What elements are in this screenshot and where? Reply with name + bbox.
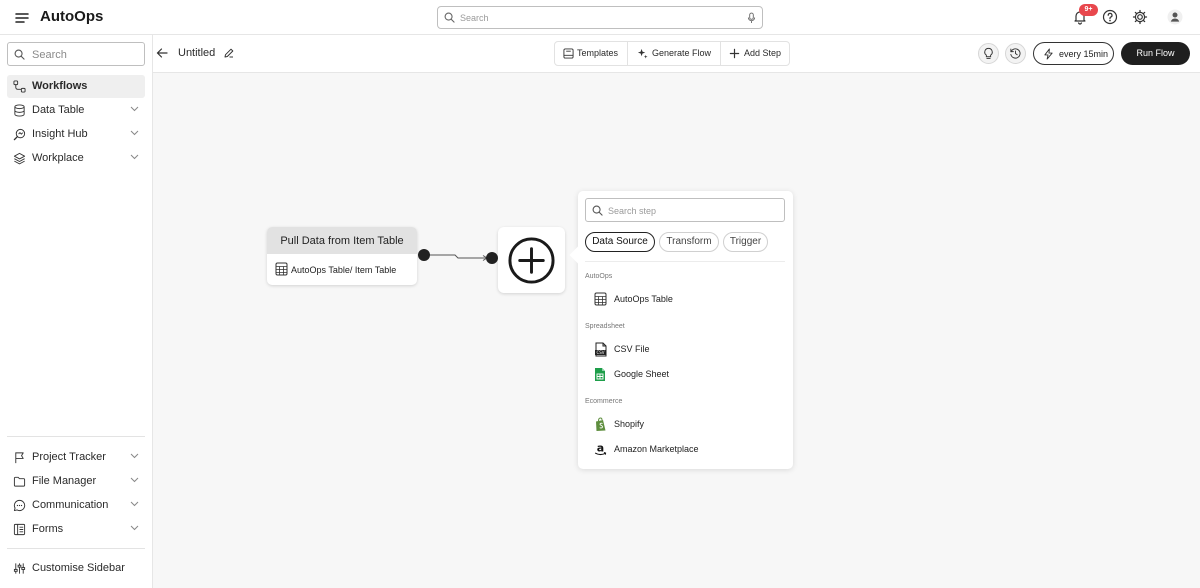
node-title: Pull Data from Item Table bbox=[280, 235, 404, 247]
sidebar-item-workflows[interactable]: Workflows bbox=[7, 75, 145, 98]
section-title: Spreadsheet bbox=[585, 323, 625, 330]
run-flow-button[interactable]: Run Flow bbox=[1121, 42, 1190, 65]
step-search-input[interactable] bbox=[608, 203, 778, 218]
top-bar: AutoOps 9+ bbox=[0, 0, 1200, 35]
customise-sidebar-button[interactable]: Customise Sidebar bbox=[7, 557, 145, 580]
flow-tools-group: Templates Generate Flow Add Step bbox=[554, 41, 790, 66]
folder-icon bbox=[13, 475, 26, 488]
templates-button[interactable]: Templates bbox=[555, 42, 626, 65]
sidebar-item-communication[interactable]: Communication bbox=[7, 494, 145, 517]
add-step-node[interactable] bbox=[498, 227, 565, 293]
table-icon bbox=[594, 292, 607, 306]
sidebar-item-data-table[interactable]: Data Table bbox=[7, 99, 145, 122]
help-icon[interactable] bbox=[1102, 9, 1118, 25]
toolbar-divider bbox=[627, 42, 628, 65]
search-icon bbox=[14, 49, 25, 60]
node-source-label: AutoOps Table/ Item Table bbox=[291, 265, 397, 275]
sliders-icon bbox=[13, 562, 26, 575]
history-button[interactable] bbox=[1005, 43, 1026, 64]
plus-icon bbox=[729, 48, 740, 59]
step-option-shopify[interactable]: Shopify bbox=[585, 414, 785, 434]
notification-badge: 9+ bbox=[1079, 4, 1098, 16]
sidebar-divider bbox=[7, 436, 145, 437]
menu-icon[interactable] bbox=[12, 8, 32, 28]
search-icon bbox=[444, 12, 455, 23]
sidebar-item-project-tracker[interactable]: Project Tracker bbox=[7, 446, 145, 469]
chevron-down-icon bbox=[130, 501, 139, 507]
search-icon bbox=[592, 205, 603, 216]
sidebar-item-file-manager[interactable]: File Manager bbox=[7, 470, 145, 493]
flow-title[interactable]: Untitled bbox=[178, 47, 215, 59]
templates-icon bbox=[563, 48, 574, 59]
sidebar-search-input[interactable] bbox=[32, 47, 140, 62]
workflows-icon bbox=[13, 80, 26, 93]
tab-trigger[interactable]: Trigger bbox=[723, 232, 768, 252]
gear-icon[interactable] bbox=[1132, 9, 1148, 25]
shopify-icon bbox=[596, 417, 606, 431]
step-option-amazon-marketplace[interactable]: a Amazon Marketplace bbox=[585, 439, 785, 459]
sparkle-icon bbox=[637, 48, 648, 59]
section-title: AutoOps bbox=[585, 273, 613, 280]
sidebar-divider bbox=[7, 548, 145, 549]
output-port[interactable] bbox=[418, 249, 430, 261]
lightning-icon bbox=[1044, 48, 1053, 60]
csv-icon: CSV bbox=[595, 342, 607, 357]
sidebar-search-box bbox=[7, 42, 145, 66]
flow-canvas[interactable]: Pull Data from Item Table AutoOps Table/… bbox=[153, 73, 1200, 588]
schedule-button[interactable]: every 15min bbox=[1033, 42, 1114, 65]
global-search-box bbox=[437, 6, 763, 29]
user-icon[interactable] bbox=[1167, 9, 1183, 25]
chevron-down-icon bbox=[130, 525, 139, 531]
flow-toolbar: Untitled Templates Generate Flow Add Ste… bbox=[153, 35, 1200, 73]
add-step-button[interactable]: Add Step bbox=[723, 42, 789, 65]
flag-icon bbox=[13, 451, 26, 464]
layers-icon bbox=[13, 152, 26, 165]
amazon-icon: a bbox=[594, 442, 607, 456]
step-option-autoops-table[interactable]: AutoOps Table bbox=[585, 289, 785, 309]
insight-icon bbox=[13, 128, 26, 141]
lightbulb-button[interactable] bbox=[978, 43, 999, 64]
sidebar-item-workplace[interactable]: Workplace bbox=[7, 147, 145, 170]
chevron-down-icon bbox=[130, 106, 139, 112]
toolbar-divider bbox=[720, 42, 721, 65]
global-search-input[interactable] bbox=[460, 10, 740, 26]
tab-data-source[interactable]: Data Source bbox=[585, 232, 655, 252]
plus-circle-icon bbox=[508, 237, 555, 284]
step-option-csv-file[interactable]: CSV CSV File bbox=[585, 339, 785, 359]
app-title: AutoOps bbox=[40, 8, 104, 25]
sidebar: Workflows Data Table Insight Hub Workpla… bbox=[0, 35, 153, 588]
step-search-box bbox=[585, 198, 785, 222]
form-icon bbox=[13, 523, 26, 536]
table-icon bbox=[275, 262, 288, 276]
chevron-down-icon bbox=[130, 453, 139, 459]
tab-transform[interactable]: Transform bbox=[659, 232, 719, 252]
chevron-down-icon bbox=[130, 130, 139, 136]
svg-text:CSV: CSV bbox=[596, 350, 604, 355]
pencil-icon[interactable] bbox=[224, 48, 234, 58]
node-connector bbox=[418, 249, 498, 264]
database-icon bbox=[13, 104, 26, 117]
google-sheet-icon bbox=[595, 368, 605, 381]
step-option-google-sheet[interactable]: Google Sheet bbox=[585, 364, 785, 384]
chat-icon bbox=[13, 499, 26, 512]
input-port[interactable] bbox=[486, 252, 498, 264]
popover-caret bbox=[569, 246, 587, 264]
flow-node-pull-data[interactable]: Pull Data from Item Table AutoOps Table/… bbox=[267, 227, 417, 285]
microphone-icon[interactable] bbox=[747, 12, 756, 24]
sidebar-item-forms[interactable]: Forms bbox=[7, 518, 145, 541]
chevron-down-icon bbox=[130, 154, 139, 160]
sidebar-item-insight-hub[interactable]: Insight Hub bbox=[7, 123, 145, 146]
chevron-down-icon bbox=[130, 477, 139, 483]
back-arrow-icon[interactable] bbox=[156, 47, 168, 59]
popover-divider bbox=[585, 261, 785, 262]
section-title: Ecommerce bbox=[585, 398, 623, 405]
step-picker-popover: Data Source Transform Trigger AutoOps Au… bbox=[569, 191, 793, 469]
svg-text:a: a bbox=[597, 442, 604, 455]
generate-flow-button[interactable]: Generate Flow bbox=[631, 42, 719, 65]
node-header: Pull Data from Item Table bbox=[267, 227, 417, 254]
